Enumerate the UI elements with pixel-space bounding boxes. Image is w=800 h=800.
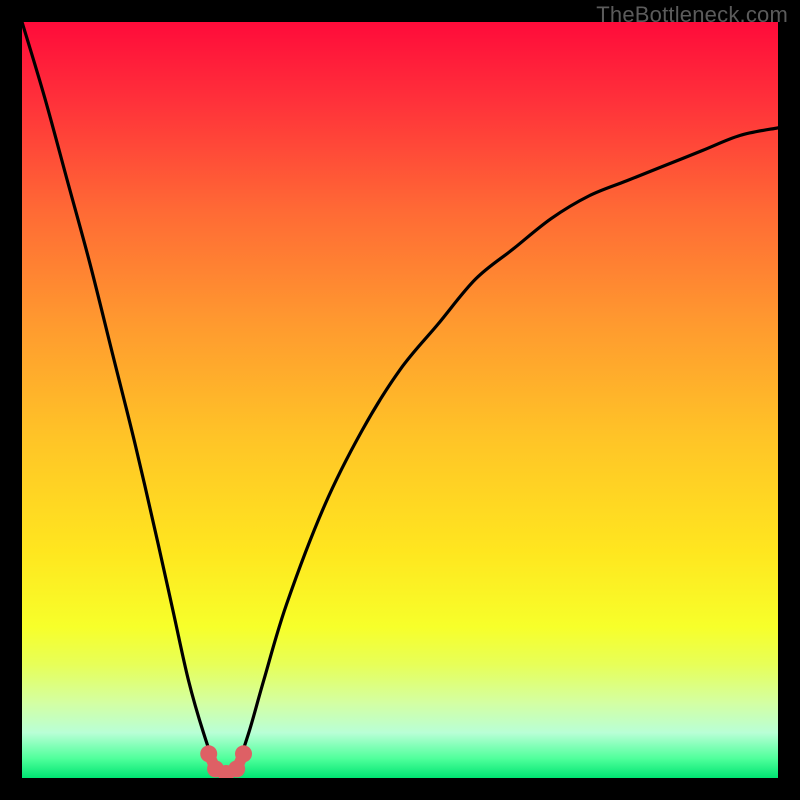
bottleneck-curve [22,22,778,770]
chart-frame: TheBottleneck.com [0,0,800,800]
bottom-highlight-link [209,754,244,774]
curve-layer [22,22,778,778]
watermark-text: TheBottleneck.com [596,2,788,28]
plot-area [22,22,778,778]
